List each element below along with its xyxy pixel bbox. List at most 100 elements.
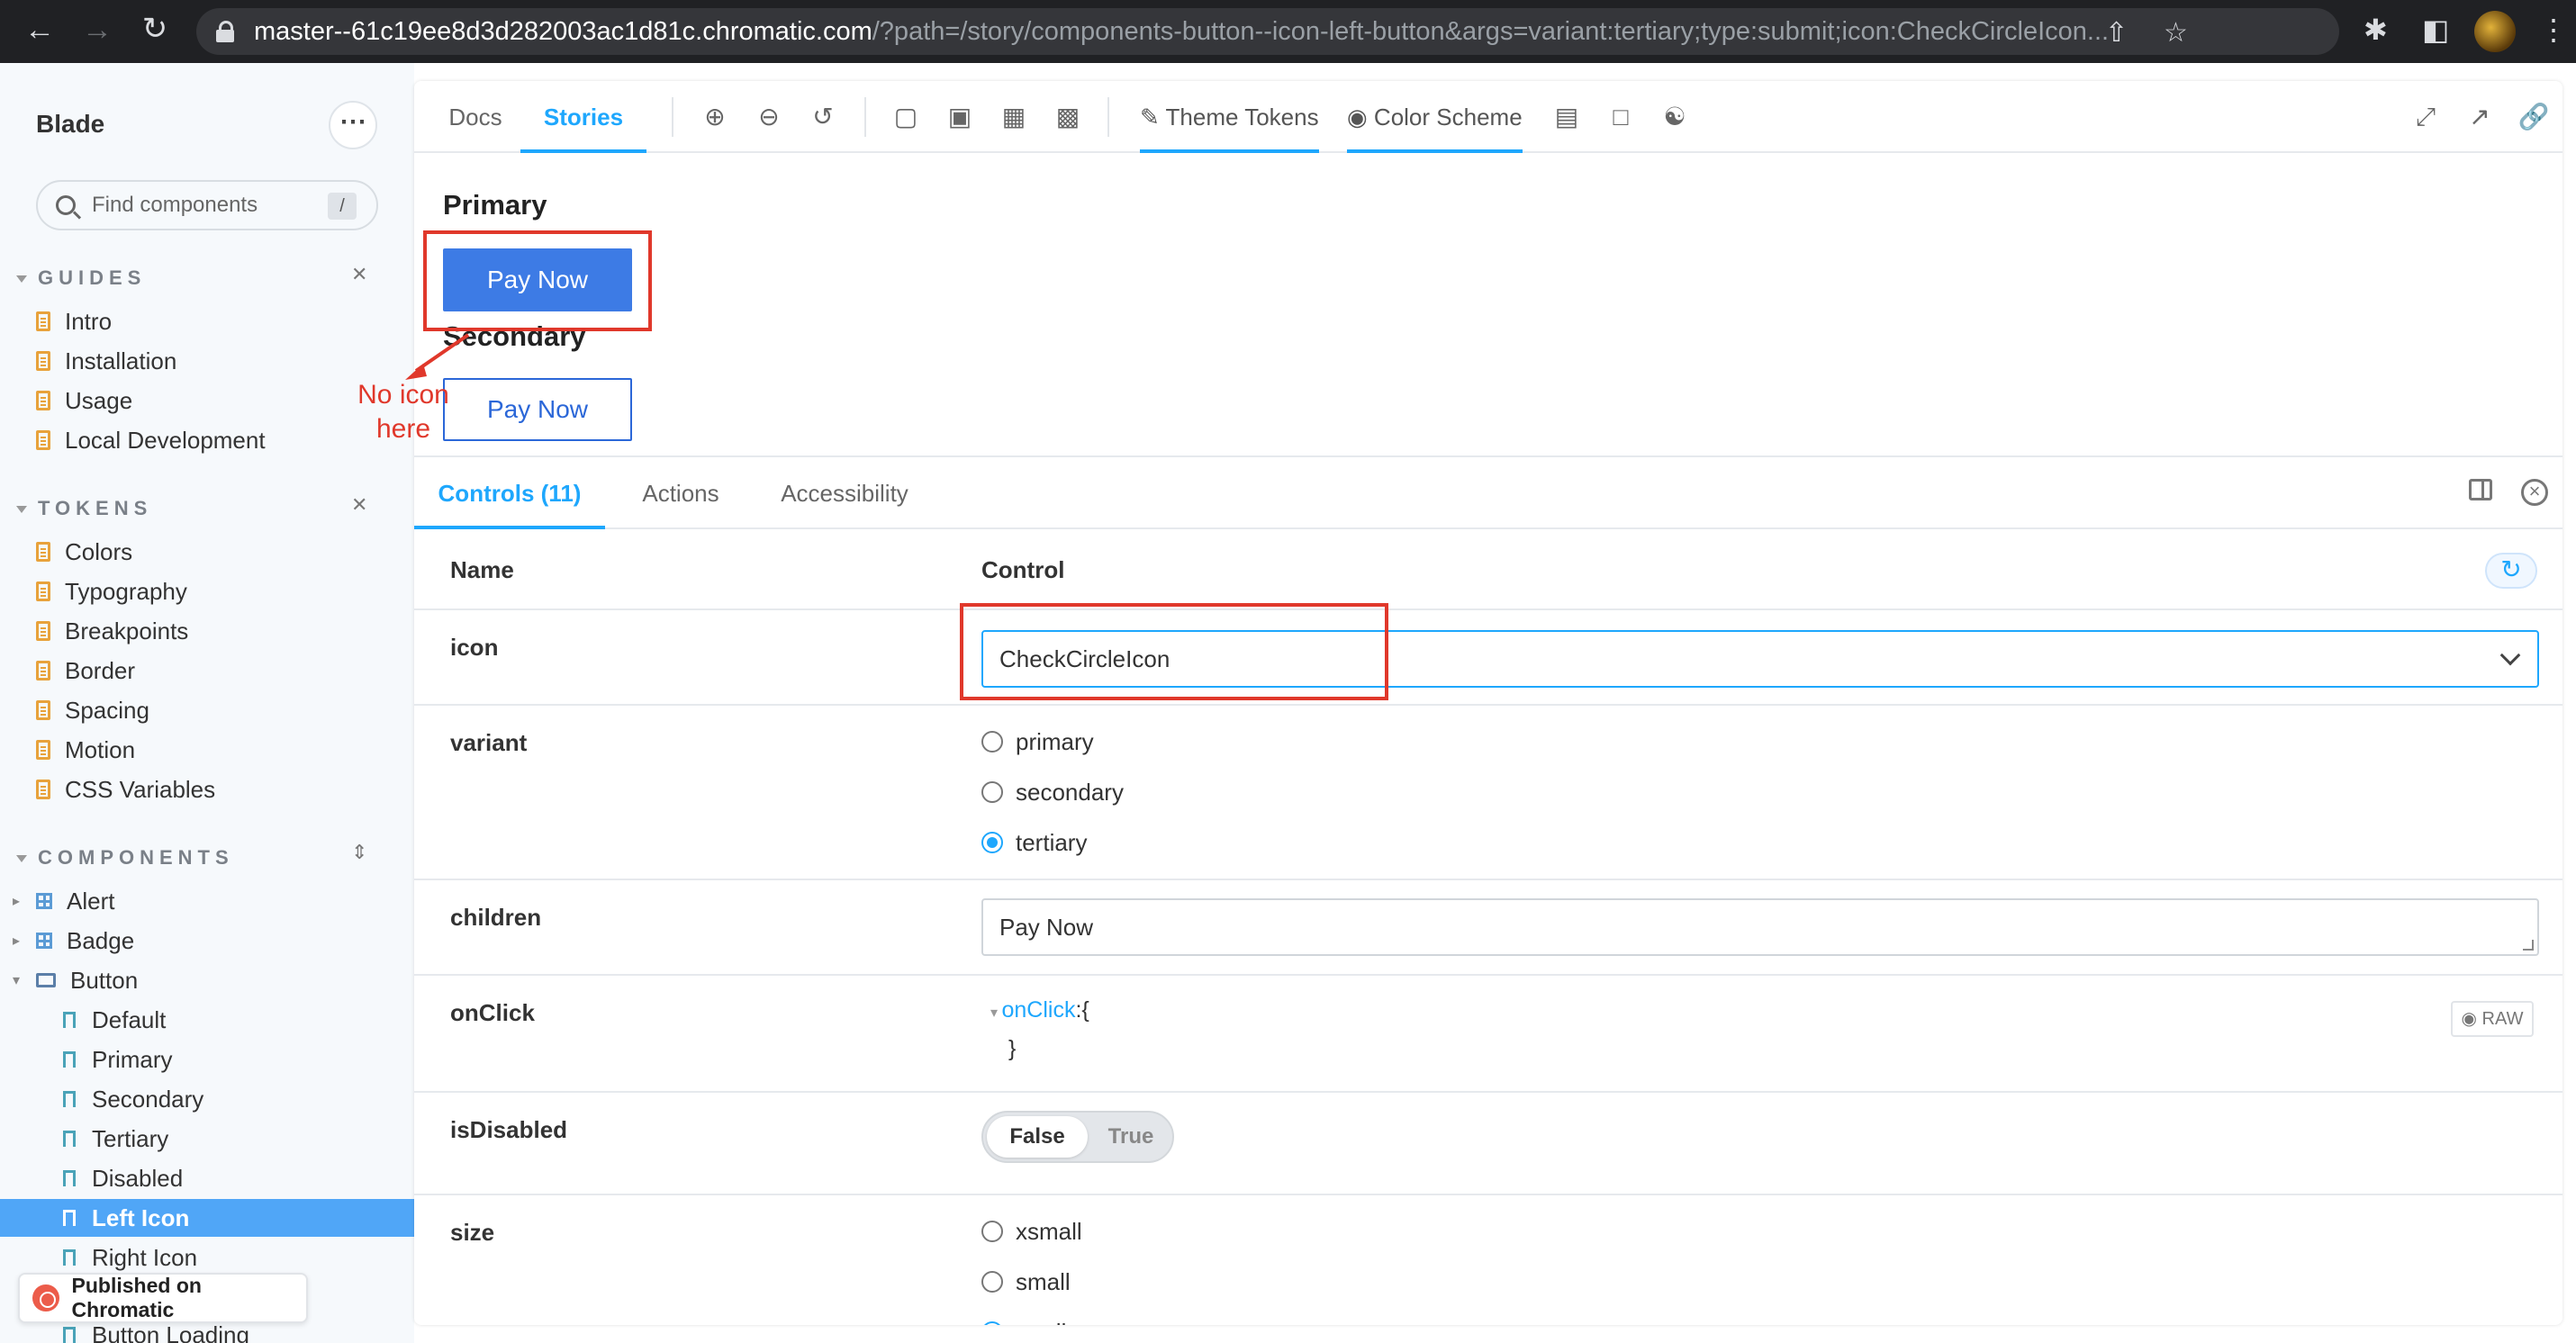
- sidebar-item-colors[interactable]: Colors: [36, 533, 414, 571]
- expand-icon[interactable]: ⇕: [351, 841, 367, 864]
- star-icon[interactable]: ☆: [2164, 17, 2188, 49]
- sidebar-item-installation[interactable]: Installation: [36, 342, 414, 380]
- variant-option-primary[interactable]: primary: [981, 724, 1094, 760]
- viewport-icon[interactable]: ▤: [1550, 101, 1583, 133]
- accessibility-icon[interactable]: ☯: [1659, 101, 1691, 133]
- size-option-xsmall[interactable]: xsmall: [981, 1213, 1082, 1249]
- zoom-in-icon[interactable]: ⊕: [699, 101, 731, 133]
- sidepanel-icon[interactable]: ◧: [2422, 13, 2449, 47]
- brand-title: Blade: [36, 110, 105, 138]
- more-options-button[interactable]: ⋯: [329, 101, 377, 149]
- sidebar-story-primary[interactable]: Primary: [63, 1041, 441, 1078]
- pencil-icon: ✎: [1140, 104, 1166, 131]
- sidebar-item-spacing[interactable]: Spacing: [36, 691, 414, 729]
- size-option-small[interactable]: small: [981, 1264, 1071, 1300]
- sidebar-story-tertiary[interactable]: Tertiary: [63, 1120, 441, 1158]
- sidebar-item-intro[interactable]: Intro: [36, 302, 414, 340]
- tab-docs[interactable]: Docs: [439, 81, 511, 153]
- section-tokens[interactable]: TOKENS: [16, 497, 152, 520]
- radio-button[interactable]: [981, 1271, 1003, 1293]
- theme-tokens-addon[interactable]: ✎ Theme Tokens: [1140, 81, 1319, 153]
- sidebar-story-right-icon[interactable]: Right Icon: [63, 1239, 441, 1276]
- variant-option-tertiary[interactable]: tertiary: [981, 825, 1087, 861]
- kebab-menu-icon[interactable]: ⋮: [2539, 13, 2568, 47]
- reload-icon[interactable]: ↻: [126, 11, 184, 47]
- search-box[interactable]: /: [36, 180, 378, 230]
- radio-button-checked[interactable]: [981, 832, 1003, 853]
- sidebar-story-disabled[interactable]: Disabled: [63, 1159, 441, 1197]
- panel-orientation-icon[interactable]: [2469, 479, 2492, 500]
- sidebar-item-border[interactable]: Border: [36, 652, 414, 690]
- background-image-icon[interactable]: ▣: [944, 101, 976, 133]
- open-new-tab-icon[interactable]: ↗: [2463, 101, 2496, 133]
- isdisabled-toggle[interactable]: False True: [981, 1111, 1174, 1163]
- sidebar-item-alert[interactable]: ▸ Alert: [13, 882, 414, 920]
- tab-actions[interactable]: Actions: [621, 457, 740, 529]
- close-panel-icon[interactable]: ×: [2521, 479, 2548, 506]
- measure-icon[interactable]: □: [1604, 101, 1637, 133]
- sidebar-item-typography[interactable]: Typography: [36, 572, 414, 610]
- published-on-chromatic-badge[interactable]: Published on Chromatic: [18, 1273, 308, 1323]
- share-icon[interactable]: ⇧: [2105, 17, 2128, 49]
- children-textarea[interactable]: Pay Now: [981, 898, 2539, 956]
- forward-icon[interactable]: →: [68, 13, 126, 48]
- copy-link-icon[interactable]: 🔗: [2517, 101, 2550, 133]
- sidebar-item-motion[interactable]: Motion: [36, 731, 414, 769]
- reset-controls-button[interactable]: ↻: [2485, 553, 2537, 589]
- sidebar-story-left-icon[interactable]: Left Icon: [0, 1199, 414, 1237]
- search-input[interactable]: [92, 193, 317, 218]
- tab-stories[interactable]: Stories: [520, 81, 646, 153]
- main-panel: Docs Stories ⊕ ⊖ ↺ ▢ ▣ ▦ ▩ ✎ Theme Token…: [414, 81, 2562, 1325]
- control-name-isdisabled: isDisabled: [450, 1116, 568, 1143]
- caret-right-icon: ▸: [13, 894, 21, 909]
- radio-button[interactable]: [981, 731, 1003, 753]
- document-icon: [36, 542, 50, 562]
- raw-toggle-button[interactable]: ◉ RAW: [2451, 1001, 2534, 1037]
- sidebar-item-button[interactable]: ▾ Button: [13, 961, 414, 999]
- toolbar-divider: [864, 97, 866, 137]
- color-scheme-addon[interactable]: ◉ Color Scheme: [1347, 81, 1523, 153]
- variant-option-secondary[interactable]: secondary: [981, 774, 1124, 810]
- extensions-icon[interactable]: ✱: [2364, 13, 2388, 47]
- controls-table-header: Name Control ↻: [414, 529, 2562, 610]
- tab-accessibility[interactable]: Accessibility: [755, 457, 935, 529]
- radio-button[interactable]: [981, 1221, 1003, 1242]
- outline-icon[interactable]: ▩: [1052, 101, 1084, 133]
- radio-button-checked[interactable]: [981, 1321, 1003, 1325]
- sidebar-item-css-variables[interactable]: CSS Variables: [36, 771, 414, 808]
- sidebar-item-badge[interactable]: ▸ Badge: [13, 922, 414, 960]
- radio-button[interactable]: [981, 781, 1003, 803]
- section-components[interactable]: COMPONENTS: [16, 846, 234, 870]
- profile-avatar[interactable]: [2474, 11, 2516, 52]
- eye-icon: ◉: [2461, 1009, 2482, 1029]
- folder-icon: [36, 973, 56, 987]
- lock-icon[interactable]: ▢: [890, 101, 922, 133]
- sidebar-story-secondary[interactable]: Secondary: [63, 1080, 441, 1118]
- grid-icon[interactable]: ▦: [998, 101, 1030, 133]
- onclick-object-view[interactable]: ▾ onClick:{ }: [990, 997, 1089, 1062]
- zoom-reset-icon[interactable]: ↺: [807, 101, 839, 133]
- resize-handle-icon[interactable]: [2523, 940, 2534, 951]
- address-bar[interactable]: master--61c19ee8d3d282003ac1d81c.chromat…: [196, 8, 2339, 55]
- size-option-medium[interactable]: medium: [981, 1314, 1098, 1325]
- section-guides[interactable]: GUIDES: [16, 266, 146, 290]
- tab-controls[interactable]: Controls (11): [414, 457, 605, 529]
- back-icon[interactable]: ←: [11, 13, 68, 48]
- collapse-icon[interactable]: ✕: [351, 493, 367, 517]
- control-row-size: size xsmall small medium: [414, 1195, 2562, 1325]
- toggle-option-true[interactable]: True: [1095, 1116, 1167, 1158]
- caret-down-icon: ▾: [990, 1005, 1002, 1021]
- bookmark-icon: [63, 1091, 76, 1111]
- toggle-option-false[interactable]: False: [987, 1116, 1088, 1158]
- caret-down-icon: [16, 275, 27, 284]
- sidebar-story-default[interactable]: Default: [63, 1001, 441, 1039]
- bookmark-icon: [63, 1249, 76, 1269]
- sidebar-item-breakpoints[interactable]: Breakpoints: [36, 612, 414, 650]
- bookmark-icon: [63, 1210, 76, 1230]
- zoom-out-icon[interactable]: ⊖: [753, 101, 785, 133]
- collapse-icon[interactable]: ✕: [351, 263, 367, 286]
- fullscreen-icon[interactable]: ⤢: [2409, 101, 2442, 133]
- browser-toolbar: ← → ↻ master--61c19ee8d3d282003ac1d81c.c…: [0, 0, 2576, 63]
- bookmark-icon: [63, 1051, 76, 1071]
- control-name-size: size: [450, 1219, 495, 1246]
